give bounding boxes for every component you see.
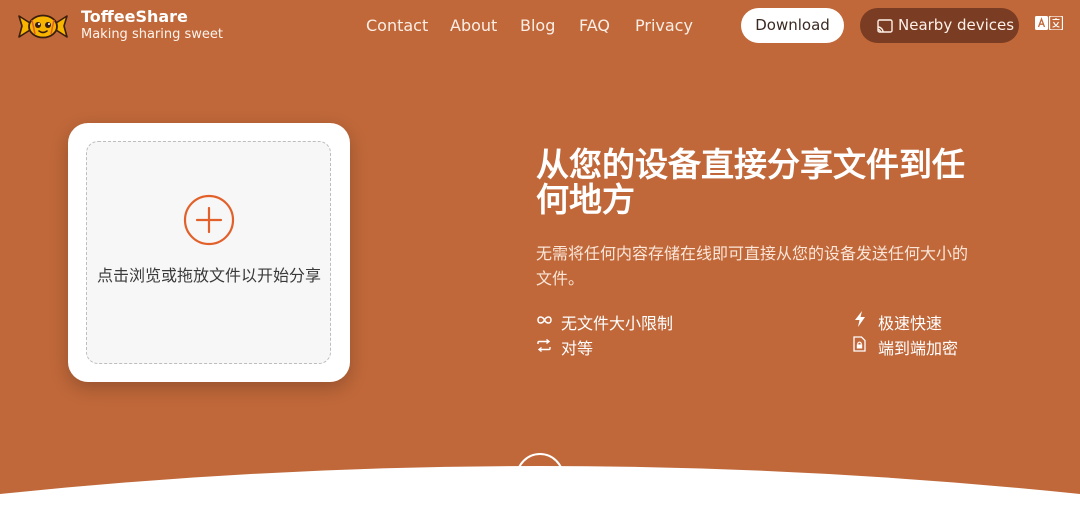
download-button[interactable]: Download [741,8,844,43]
drop-instructions: 点击浏览或拖放文件以开始分享 [97,266,322,285]
file-drop-zone[interactable]: 点击浏览或拖放文件以开始分享 [86,141,331,364]
nav-about[interactable]: About [450,16,497,35]
feature-label: 无文件大小限制 [561,314,674,333]
chevron-down-icon [529,471,551,484]
infinity-icon [537,316,552,324]
lightning-icon [855,311,865,327]
swap-arrows-icon [537,339,551,352]
nav-privacy[interactable]: Privacy [635,16,693,35]
header: ToffeeShare Making sharing sweet Contact… [0,0,1080,52]
toffee-candy-logo-icon[interactable] [16,10,70,42]
feature-label: 对等 [561,339,594,358]
brand-name[interactable]: ToffeeShare [81,7,188,26]
nav-faq[interactable]: FAQ [579,16,610,35]
lock-file-icon [853,336,866,352]
file-drop-card: 点击浏览或拖放文件以开始分享 [68,123,350,382]
add-file-plus-icon[interactable] [183,194,235,246]
brand-tagline: Making sharing sweet [81,27,224,42]
cast-icon [877,19,893,33]
nearby-devices-button[interactable]: Nearby devices [860,8,1019,43]
feature-label: 端到端加密 [878,339,959,358]
nav-contact[interactable]: Contact [366,16,428,35]
translate-icon[interactable] [1035,16,1063,30]
hero-title: 从您的设备直接分享文件到任何地方 [536,145,965,219]
nav-blog[interactable]: Blog [520,16,555,35]
scroll-down-button[interactable] [516,453,564,501]
hero-subtitle: 无需将任何内容存储在线即可直接从您的设备发送任何大小的文件。 [536,244,969,288]
nearby-devices-label: Nearby devices [898,16,1015,34]
feature-label: 极速快速 [878,314,943,333]
